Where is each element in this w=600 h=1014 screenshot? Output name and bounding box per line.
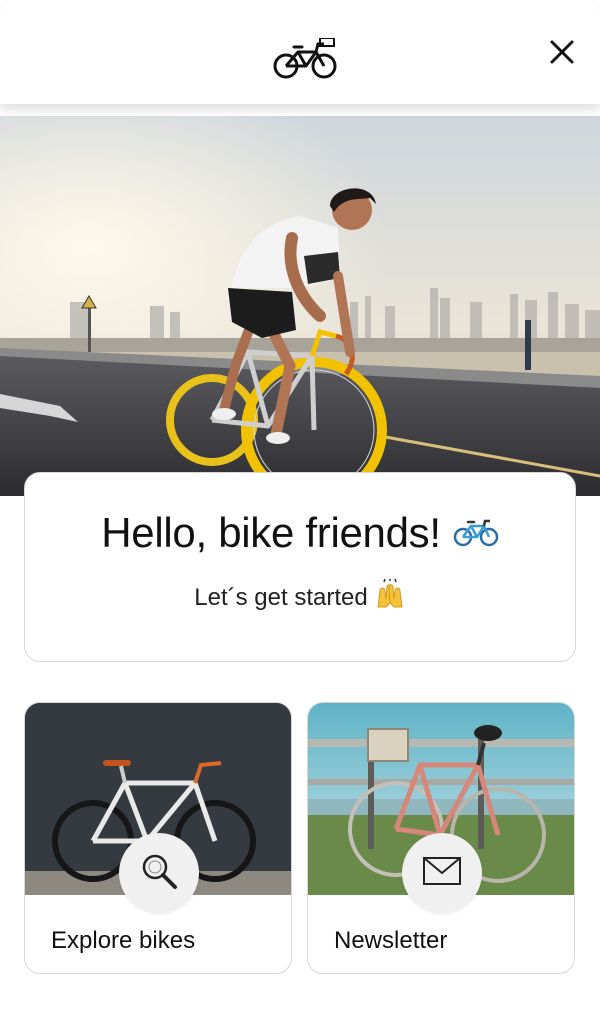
newsletter-tile[interactable]: Newsletter — [307, 702, 575, 974]
greeting-title-row: Hello, bike friends! — [25, 509, 575, 557]
hero-image — [0, 116, 600, 496]
greeting-subtitle: Let´s get started — [194, 583, 368, 611]
close-button[interactable] — [544, 36, 580, 72]
bicycle-icon — [272, 37, 340, 80]
greeting-title: Hello, bike friends! — [101, 509, 441, 556]
explore-bikes-tile[interactable]: Explore bikes — [24, 702, 292, 974]
explore-bikes-label: Explore bikes — [51, 927, 196, 954]
bicycle-emoji — [453, 509, 499, 557]
greeting-subtitle-row: Let´s get started — [25, 578, 575, 616]
explore-search-button[interactable] — [119, 833, 199, 913]
newsletter-mail-button[interactable] — [402, 833, 482, 913]
search-icon — [139, 851, 179, 896]
newsletter-label: Newsletter — [334, 927, 448, 954]
app-header — [0, 0, 600, 104]
raised-hands-emoji — [374, 578, 406, 616]
close-icon — [549, 39, 575, 70]
greeting-card: Hello, bike friends! Let´s get started — [24, 472, 576, 662]
envelope-icon — [422, 856, 462, 891]
